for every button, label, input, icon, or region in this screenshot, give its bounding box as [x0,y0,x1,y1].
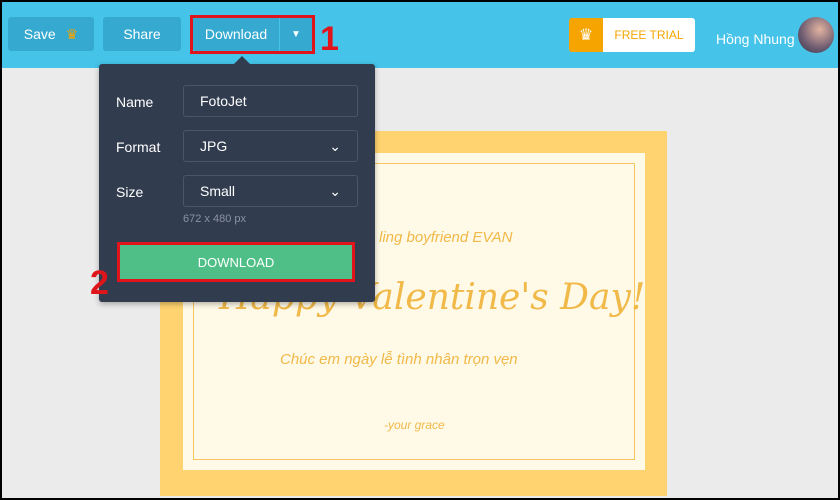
size-label: Size [116,184,144,200]
crown-icon: ♛ [65,25,79,42]
card-subtitle: Chúc em ngày lễ tình nhân trọn vẹn [280,351,518,368]
format-select[interactable]: JPG ⌄ [183,130,358,162]
name-input[interactable]: FotoJet [183,85,358,117]
crown-icon: ♛ [569,18,603,52]
format-value: JPG [200,138,228,154]
card-line1: ling boyfriend EVAN [379,229,513,246]
card-signature: -your grace [384,418,445,432]
share-button[interactable]: Share [103,17,181,51]
name-value: FotoJet [200,93,247,109]
save-label: Save [23,26,56,42]
save-button[interactable]: Save ♛ [8,17,94,51]
free-trial-label: FREE TRIAL [603,18,695,52]
size-hint: 672 x 480 px [183,213,246,225]
chevron-down-icon: ⌄ [329,182,341,199]
format-label: Format [116,139,161,155]
chevron-down-icon: ⌄ [329,137,341,154]
step-number-1: 1 [320,20,339,58]
name-label: Name [116,94,154,110]
highlight-box-1 [190,15,315,54]
size-value: Small [200,183,236,199]
free-trial-button[interactable]: ♛ FREE TRIAL [569,18,695,52]
avatar[interactable] [798,17,834,53]
highlight-box-2 [117,242,355,282]
top-toolbar: Save ♛ Share Download ▼ 1 ♛ FREE TRIAL Hồn… [2,2,838,68]
step-number-2: 2 [90,264,109,302]
user-name[interactable]: Hồng Nhung [716,31,795,47]
size-select[interactable]: Small ⌄ [183,175,358,207]
download-panel: Name FotoJet Format JPG ⌄ Size Small ⌄ 672… [99,56,375,302]
